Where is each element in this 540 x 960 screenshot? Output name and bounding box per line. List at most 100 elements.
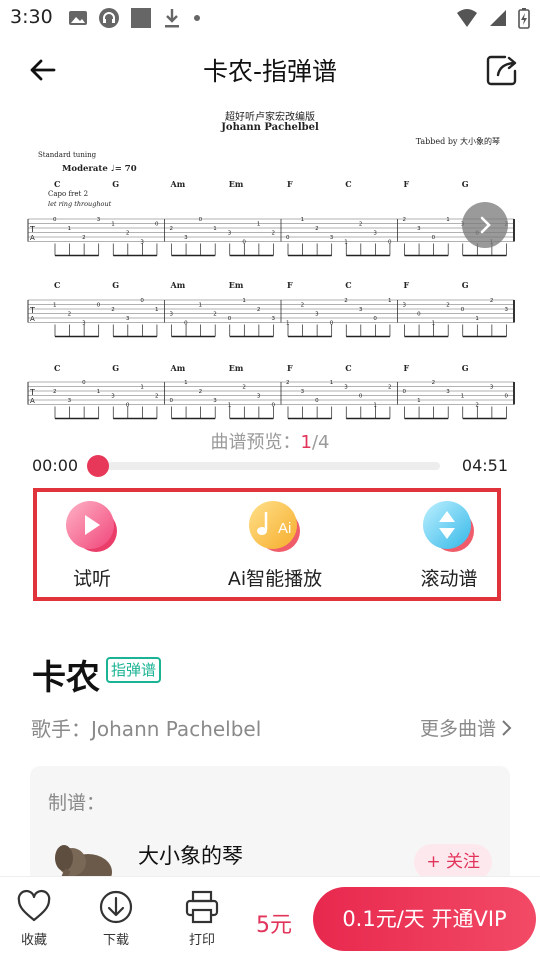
fret-number: 0 xyxy=(286,235,290,241)
fret-number: 0 xyxy=(199,217,203,223)
fret-number: 2 xyxy=(257,307,261,313)
svg-text:Ai: Ai xyxy=(278,520,291,537)
fret-number: 0 xyxy=(461,307,465,313)
score-preview[interactable]: 超好听卢家宏改编版 Johann Pachelbel Tabbed by 大小象… xyxy=(20,100,520,430)
preview-indicator: 曲谱预览：1/4 xyxy=(0,428,540,454)
fret-number: 2 xyxy=(359,222,363,228)
fret-number: 1 xyxy=(417,398,421,404)
download-status-icon xyxy=(165,9,179,28)
battery-icon xyxy=(518,8,530,29)
progress-knob[interactable] xyxy=(87,455,109,477)
tab-clef: T xyxy=(29,225,35,234)
share-button[interactable] xyxy=(482,50,524,90)
more-scores-link[interactable]: 更多曲谱 xyxy=(420,714,512,741)
fret-number: 0 xyxy=(417,312,421,318)
play-icon xyxy=(66,501,117,552)
fret-number: 2 xyxy=(490,298,494,304)
fret-number: 2 xyxy=(126,231,130,237)
progress-slider[interactable] xyxy=(87,455,440,477)
chord-label: G xyxy=(112,179,119,189)
fret-number: 1 xyxy=(155,307,159,313)
listen-button[interactable]: 试听 xyxy=(22,498,162,598)
fret-number: 0 xyxy=(403,389,407,395)
heart-icon xyxy=(17,889,51,922)
follow-button[interactable]: + 关注 xyxy=(414,844,492,880)
favorite-label: 收藏 xyxy=(20,933,47,948)
preview-total-pages: /4 xyxy=(311,432,330,453)
fret-number: 1 xyxy=(301,217,305,223)
chord-label: C xyxy=(345,179,351,189)
fret-number: 3 xyxy=(403,303,407,309)
fret-number: 3 xyxy=(446,389,450,395)
fret-number: 2 xyxy=(155,394,159,400)
chord-label: F xyxy=(287,363,293,373)
fret-number: 3 xyxy=(184,235,188,241)
fret-number: 3 xyxy=(359,307,363,313)
total-time: 04:51 xyxy=(461,456,508,475)
bottom-action-bar: 收藏 下载 打印 5元 0.1元/天 开通VIP xyxy=(0,876,540,960)
chord-label: F xyxy=(404,363,410,373)
maker-name[interactable]: 大小象的琴 xyxy=(138,840,243,870)
fret-number: 2 xyxy=(301,303,305,309)
tab-clef: A xyxy=(30,234,35,242)
chord-label: G xyxy=(112,363,119,373)
fret-number: 0 xyxy=(359,394,363,400)
header-bar: 卡农-指弹谱 xyxy=(0,40,540,100)
fret-number: 3 xyxy=(417,226,421,232)
fret-number: 3 xyxy=(330,235,334,241)
ai-play-button[interactable]: Ai Ai智能播放 xyxy=(205,498,345,598)
tab-clef: T xyxy=(29,306,35,315)
fret-number: 3 xyxy=(213,398,217,404)
fret-number: 3 xyxy=(257,394,261,400)
fret-number: 0 xyxy=(53,217,57,223)
fret-number: 0 xyxy=(97,303,101,309)
download-button[interactable]: 下载 xyxy=(86,889,146,948)
fret-number: 0 xyxy=(432,235,436,241)
fret-number: 2 xyxy=(53,389,57,395)
fret-number: 1 xyxy=(446,217,450,223)
chord-label: G xyxy=(462,363,469,373)
fret-number: 1 xyxy=(213,226,217,232)
download-icon xyxy=(99,890,133,924)
fret-number: 1 xyxy=(111,222,115,228)
system-icons xyxy=(456,7,530,29)
song-title: 卡农 xyxy=(32,658,100,698)
listen-label: 试听 xyxy=(72,568,111,590)
page-title: 卡农-指弹谱 xyxy=(202,57,338,86)
fret-number: 2 xyxy=(242,385,246,391)
fret-number: 1 xyxy=(461,394,465,400)
chord-label: C xyxy=(345,280,351,290)
download-label: 下载 xyxy=(102,933,129,948)
chord-label: Am xyxy=(170,280,186,290)
chord-label: G xyxy=(462,280,469,290)
notification-icons xyxy=(68,7,202,29)
chord-label: C xyxy=(54,280,60,290)
fret-number: 3 xyxy=(271,316,275,322)
score-next-button[interactable] xyxy=(462,202,508,248)
vip-button[interactable]: 0.1元/天 开通VIP xyxy=(313,887,536,951)
chord-label: C xyxy=(54,179,60,189)
print-label: 打印 xyxy=(188,933,215,948)
tab-clef: A xyxy=(30,397,35,405)
print-button[interactable]: 打印 xyxy=(172,889,232,948)
fret-number: 3 xyxy=(301,389,305,395)
fret-number: 3 xyxy=(97,217,101,223)
price-label[interactable]: 5元 xyxy=(256,907,292,939)
fret-number: 3 xyxy=(126,316,130,322)
fret-number: 3 xyxy=(344,385,348,391)
scroll-icon xyxy=(423,501,474,552)
favorite-button[interactable]: 收藏 xyxy=(4,889,64,948)
fret-number: 0 xyxy=(82,380,86,386)
chord-label: F xyxy=(404,280,410,290)
chord-label: Am xyxy=(170,179,186,189)
fret-number: 3 xyxy=(490,385,494,391)
fret-number: 2 xyxy=(403,217,407,223)
chevron-right-icon xyxy=(480,216,491,234)
share-icon xyxy=(486,55,517,86)
fret-number: 2 xyxy=(446,303,450,309)
fret-number: 0 xyxy=(170,398,174,404)
fret-number: 2 xyxy=(82,235,86,241)
fret-number: 1 xyxy=(242,298,246,304)
fret-number: 2 xyxy=(315,226,319,232)
scroll-score-button[interactable]: 滚动谱 xyxy=(379,498,519,598)
